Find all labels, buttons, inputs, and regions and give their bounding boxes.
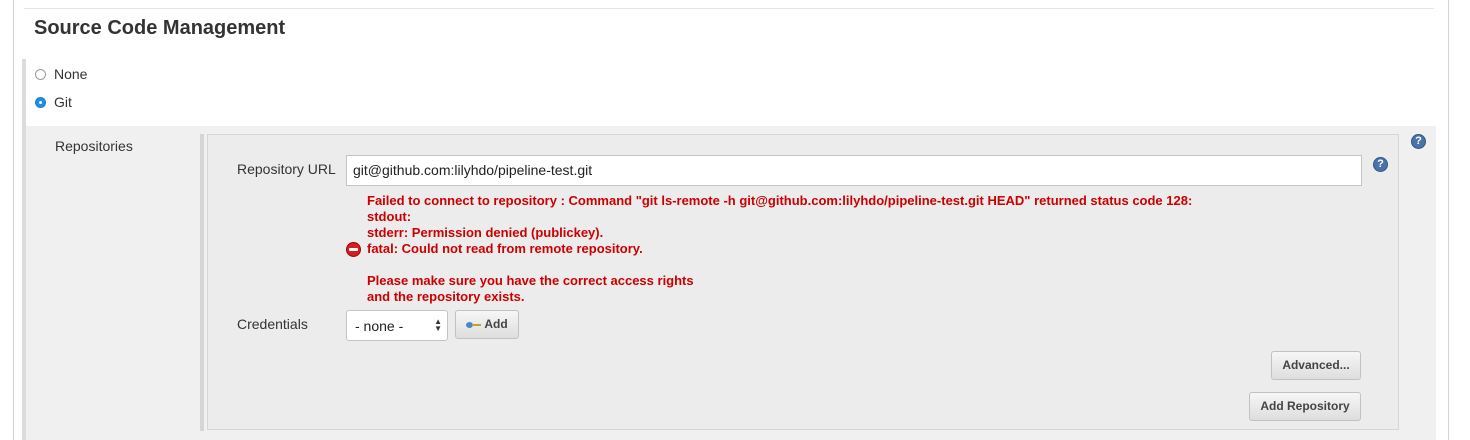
advanced-button[interactable]: Advanced... (1271, 351, 1361, 380)
key-icon (466, 321, 482, 329)
repository-url-input[interactable]: git@github.com:lilyhdo/pipeline-test.git (346, 155, 1362, 186)
repository-bar (200, 134, 204, 431)
repository-url-label: Repository URL (237, 161, 336, 177)
help-icon[interactable]: ? (1411, 134, 1426, 149)
add-button-label: Add (484, 317, 508, 331)
radio-none[interactable] (35, 68, 46, 80)
scm-option-git[interactable]: Git (35, 92, 72, 112)
section-title: Source Code Management (34, 17, 286, 39)
radio-label-git: Git (54, 94, 72, 110)
repositories-label: Repositories (55, 138, 133, 154)
credentials-selected-value: - none - (355, 318, 404, 334)
divider (24, 8, 1434, 9)
error-line: stderr: Permission denied (publickey). (367, 225, 604, 240)
help-icon[interactable]: ? (1373, 157, 1388, 172)
credentials-label: Credentials (237, 316, 308, 332)
credentials-select[interactable]: - none - ▲ ▼ (346, 310, 448, 341)
error-line: Please make sure you have the correct ac… (367, 273, 694, 288)
error-line: stdout: (367, 209, 412, 224)
error-line: fatal: Could not read from remote reposi… (367, 241, 643, 256)
error-line: and the repository exists. (367, 289, 525, 304)
add-credentials-button[interactable]: Add (455, 310, 519, 339)
error-icon (346, 242, 361, 257)
scm-option-none[interactable]: None (35, 64, 87, 84)
error-line: Failed to connect to repository : Comman… (367, 193, 1193, 208)
select-arrows-icon: ▲ ▼ (434, 317, 442, 333)
radio-git[interactable] (35, 96, 46, 108)
radio-label-none: None (54, 66, 88, 82)
add-repository-button[interactable]: Add Repository (1249, 392, 1361, 421)
